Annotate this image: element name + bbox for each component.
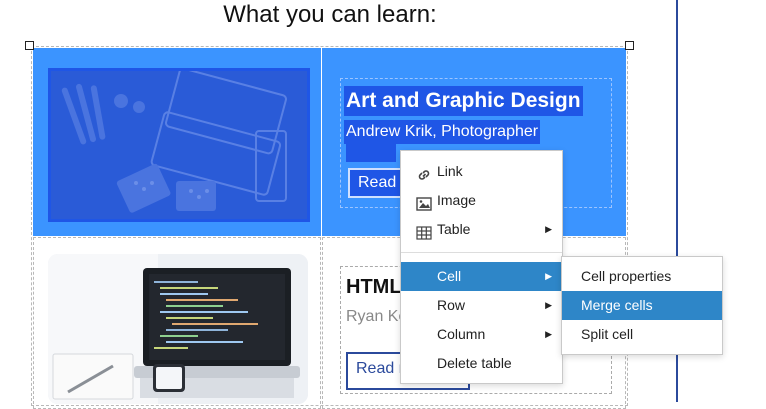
read-more-button[interactable]: Read more xyxy=(348,168,404,198)
submenu-arrow-icon: ▶ xyxy=(545,329,552,339)
menu-separator xyxy=(401,252,562,253)
menu-item-split-cell[interactable]: Split cell xyxy=(562,320,722,349)
link-icon xyxy=(416,164,432,180)
menu-item-merge-cells[interactable]: Merge cells xyxy=(562,291,722,320)
table-cell-selected[interactable] xyxy=(33,48,321,236)
laptop-desk-image[interactable] xyxy=(48,68,310,222)
resize-handle-top-right[interactable] xyxy=(625,41,634,50)
submenu-arrow-icon: ▶ xyxy=(545,224,552,234)
table-cell[interactable] xyxy=(33,237,321,409)
card-title[interactable]: HTML xyxy=(346,276,402,299)
image-icon xyxy=(416,193,432,211)
card-subtitle[interactable]: Andrew Krik, Photographer xyxy=(344,120,541,144)
selected-empty-line xyxy=(346,144,396,162)
submenu-arrow-icon: ▶ xyxy=(545,300,552,310)
section-heading: What you can learn: xyxy=(223,1,437,28)
menu-item-column[interactable]: Column ▶ xyxy=(401,320,562,349)
resize-handle-top-left[interactable] xyxy=(25,41,34,50)
menu-item-table[interactable]: Table ▶ xyxy=(401,215,562,244)
laptop-photo-icon xyxy=(48,254,308,404)
context-menu: Link Image Table ▶ Cell ▶ Row ▶ Column ▶… xyxy=(400,150,563,384)
menu-item-delete-table[interactable]: Delete table xyxy=(401,349,562,378)
menu-item-image[interactable]: Image xyxy=(401,186,562,215)
card-title[interactable]: Art and Graphic Design xyxy=(344,86,583,116)
submenu-arrow-icon: ▶ xyxy=(545,271,552,281)
menu-item-cell[interactable]: Cell ▶ xyxy=(401,262,562,291)
laptop-code-image[interactable] xyxy=(48,254,308,404)
workspace-photo-icon xyxy=(51,71,307,219)
menu-item-cell-properties[interactable]: Cell properties xyxy=(562,262,722,291)
cell-submenu: Cell properties Merge cells Split cell xyxy=(561,256,723,355)
table-icon xyxy=(416,222,432,240)
menu-item-link[interactable]: Link xyxy=(401,157,562,186)
menu-item-row[interactable]: Row ▶ xyxy=(401,291,562,320)
card-subtitle[interactable]: Ryan Ke xyxy=(346,308,407,326)
